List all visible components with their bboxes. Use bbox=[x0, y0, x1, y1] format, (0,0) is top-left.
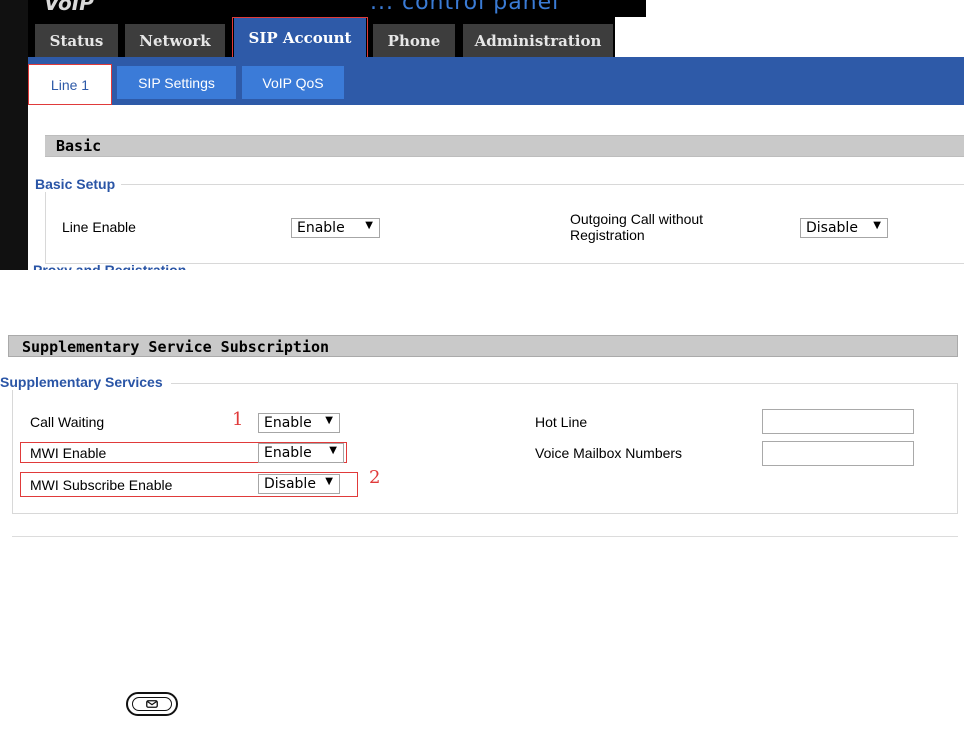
line-enable-select[interactable]: Enable ▼ bbox=[291, 218, 380, 238]
annotation-number-1: 1 bbox=[232, 409, 244, 430]
call-waiting-label: Call Waiting bbox=[30, 414, 105, 430]
tab-highlight-box bbox=[232, 17, 368, 59]
hot-line-label: Hot Line bbox=[535, 414, 588, 430]
left-dark-strip bbox=[0, 0, 28, 270]
subtab-sip-settings[interactable]: SIP Settings bbox=[117, 66, 236, 99]
dropdown-arrow-icon: ▼ bbox=[325, 415, 333, 426]
supplementary-section-title: Supplementary Service Subscription bbox=[22, 338, 330, 356]
outgoing-call-value: Disable bbox=[806, 220, 858, 236]
mwi-enable-value: Enable bbox=[264, 445, 312, 461]
tab-status[interactable]: Status bbox=[35, 24, 118, 57]
message-key-icon bbox=[126, 692, 178, 716]
call-waiting-select[interactable]: Enable ▼ bbox=[258, 413, 340, 433]
tab-phone[interactable]: Phone bbox=[373, 24, 455, 57]
message-key-inner bbox=[132, 697, 172, 711]
subtab-line-1[interactable]: Line 1 bbox=[28, 64, 112, 105]
dropdown-arrow-icon: ▼ bbox=[325, 476, 333, 487]
subtab-voip-qos[interactable]: VoIP QoS bbox=[242, 66, 344, 99]
mwi-enable-label: MWI Enable bbox=[30, 445, 107, 461]
mwi-subscribe-select[interactable]: Disable ▼ bbox=[258, 474, 340, 494]
tab-administration[interactable]: Administration bbox=[463, 24, 613, 57]
line-enable-value: Enable bbox=[297, 220, 345, 236]
supplementary-services-title: Supplementary Services bbox=[0, 374, 171, 390]
outgoing-call-select[interactable]: Disable ▼ bbox=[800, 218, 888, 238]
header-tagline: ... control panel bbox=[370, 0, 560, 15]
tab-network[interactable]: Network bbox=[125, 24, 225, 57]
voice-mailbox-input[interactable] bbox=[762, 441, 914, 466]
mwi-subscribe-value: Disable bbox=[264, 476, 316, 492]
basic-setup-title: Basic Setup bbox=[35, 176, 122, 192]
envelope-icon bbox=[146, 700, 158, 708]
dropdown-arrow-icon: ▼ bbox=[329, 445, 337, 456]
control-panel-screenshot: VoIP ... control panel Status Network SI… bbox=[0, 0, 964, 270]
annotation-number-2: 2 bbox=[369, 467, 381, 488]
proxy-registration-title: Proxy and Registration bbox=[33, 262, 187, 270]
brand-logo: VoIP bbox=[44, 0, 94, 15]
mwi-subscribe-label: MWI Subscribe Enable bbox=[30, 477, 173, 493]
outgoing-call-label-line-1: Outgoing Call without bbox=[570, 211, 704, 227]
hot-line-input[interactable] bbox=[762, 409, 914, 434]
line-enable-label: Line Enable bbox=[62, 219, 136, 235]
basic-section-title: Basic bbox=[56, 137, 102, 155]
dropdown-arrow-icon: ▼ bbox=[365, 220, 373, 231]
basic-section-header bbox=[45, 135, 964, 157]
mwi-enable-select[interactable]: Enable ▼ bbox=[258, 443, 344, 463]
dropdown-arrow-icon: ▼ bbox=[873, 220, 881, 231]
outgoing-call-label-line-2: Registration bbox=[570, 227, 645, 243]
voice-mailbox-label: Voice Mailbox Numbers bbox=[535, 445, 683, 461]
outgoing-call-label: Outgoing Call without Registration bbox=[570, 211, 703, 243]
section-divider bbox=[12, 536, 958, 537]
call-waiting-value: Enable bbox=[264, 415, 312, 431]
